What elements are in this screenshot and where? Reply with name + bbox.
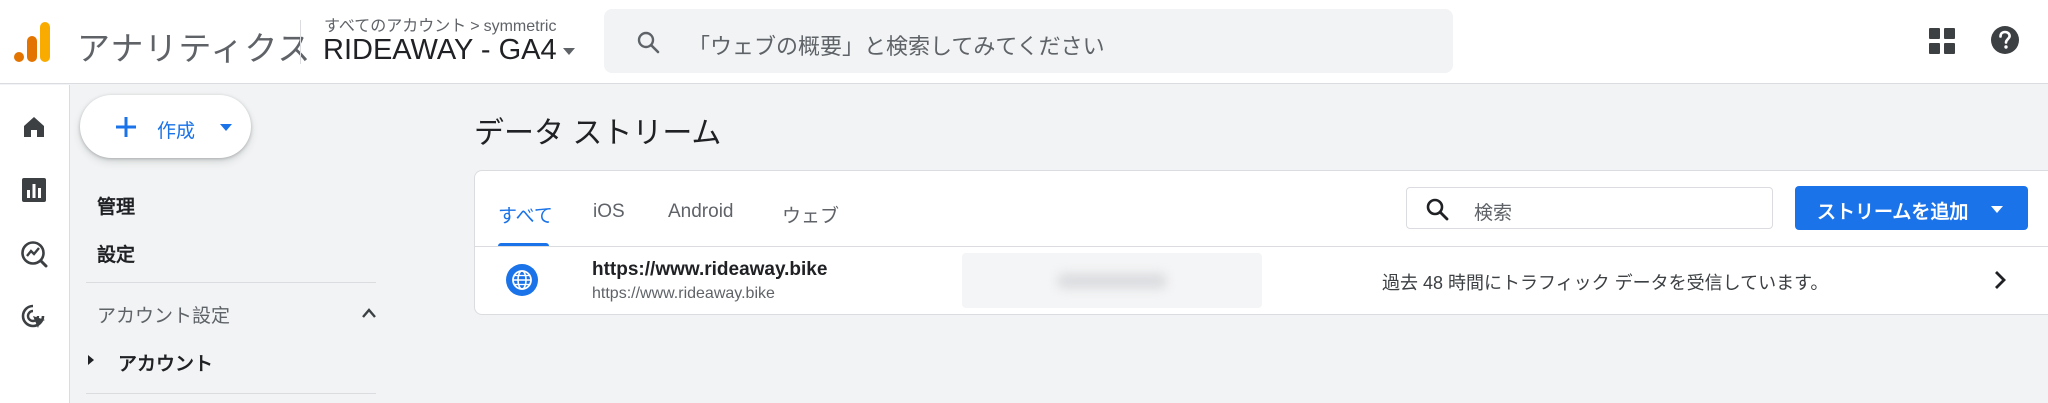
chevron-down-icon <box>1991 206 2003 213</box>
table-row[interactable]: https://www.rideaway.bike https://www.ri… <box>475 247 2048 315</box>
search-icon <box>1426 198 1449 221</box>
nav-rail <box>0 85 70 403</box>
tab-all[interactable]: すべて <box>498 201 553 228</box>
chevron-up-icon[interactable] <box>361 307 377 319</box>
stream-name: https://www.rideaway.bike <box>592 259 828 280</box>
create-label: 作成 <box>157 121 196 142</box>
property-selector[interactable]: RIDEAWAY - GA4 <box>323 34 575 67</box>
sidebar-section-account-settings[interactable]: アカウント設定 <box>97 301 230 328</box>
tab-web[interactable]: ウェブ <box>782 201 839 228</box>
top-app-bar: アナリティクス すべてのアカウント > symmetric RIDEAWAY - G… <box>0 0 2048 84</box>
property-name: RIDEAWAY - GA4 <box>323 34 557 66</box>
sidebar-item-account[interactable]: アカウント <box>118 349 213 376</box>
analytics-logo[interactable] <box>14 22 52 62</box>
search-icon <box>637 31 660 54</box>
stream-url: https://www.rideaway.bike <box>592 285 775 302</box>
plus-icon <box>116 117 136 137</box>
stream-status: 過去 48 時間にトラフィック データを受信しています。 <box>1382 273 1829 293</box>
advertising-icon[interactable] <box>20 303 48 331</box>
breadcrumb-all-accounts: すべてのアカウント <box>324 18 467 35</box>
search-placeholder: 検索 <box>1474 203 1513 224</box>
help-icon[interactable] <box>1990 25 2020 55</box>
add-stream-button[interactable]: ストリームを追加 <box>1795 186 2028 230</box>
app-title: アナリティクス <box>77 30 312 67</box>
sidebar-divider <box>86 393 376 394</box>
sidebar-item-admin[interactable]: 管理 <box>97 192 135 219</box>
explore-icon[interactable] <box>20 240 48 268</box>
chevron-right-icon[interactable] <box>1993 270 2007 290</box>
globe-icon <box>506 264 538 296</box>
stream-search-input[interactable]: 検索 <box>1406 187 1773 229</box>
redacted-stream-id <box>962 253 1262 308</box>
chevron-down-icon <box>562 47 575 55</box>
tab-ios[interactable]: iOS <box>593 201 625 223</box>
apps-grid-icon[interactable] <box>1928 27 1956 55</box>
data-streams-card: すべて iOS Android ウェブ 検索 ストリームを追加 https://… <box>474 170 2048 315</box>
create-button[interactable]: 作成 <box>80 95 251 158</box>
tab-android[interactable]: Android <box>668 201 734 223</box>
breadcrumb-account: symmetric <box>483 18 557 35</box>
admin-sidebar: 作成 管理 設定 アカウント設定 アカウント <box>71 85 406 403</box>
home-icon[interactable] <box>20 113 48 141</box>
page-title: データ ストリーム <box>474 117 722 150</box>
search-placeholder: 「ウェブの概要」と検索してみてください <box>688 34 1105 59</box>
sidebar-divider <box>86 282 376 283</box>
global-search[interactable]: 「ウェブの概要」と検索してみてください <box>604 9 1453 73</box>
expand-arrow-icon[interactable] <box>88 355 94 365</box>
sidebar-item-settings[interactable]: 設定 <box>97 240 135 267</box>
header-divider <box>300 20 301 64</box>
reports-icon[interactable] <box>20 176 48 204</box>
add-stream-label: ストリームを追加 <box>1817 202 1969 223</box>
breadcrumb[interactable]: すべてのアカウント > symmetric <box>324 12 556 36</box>
chevron-down-icon <box>220 124 232 131</box>
